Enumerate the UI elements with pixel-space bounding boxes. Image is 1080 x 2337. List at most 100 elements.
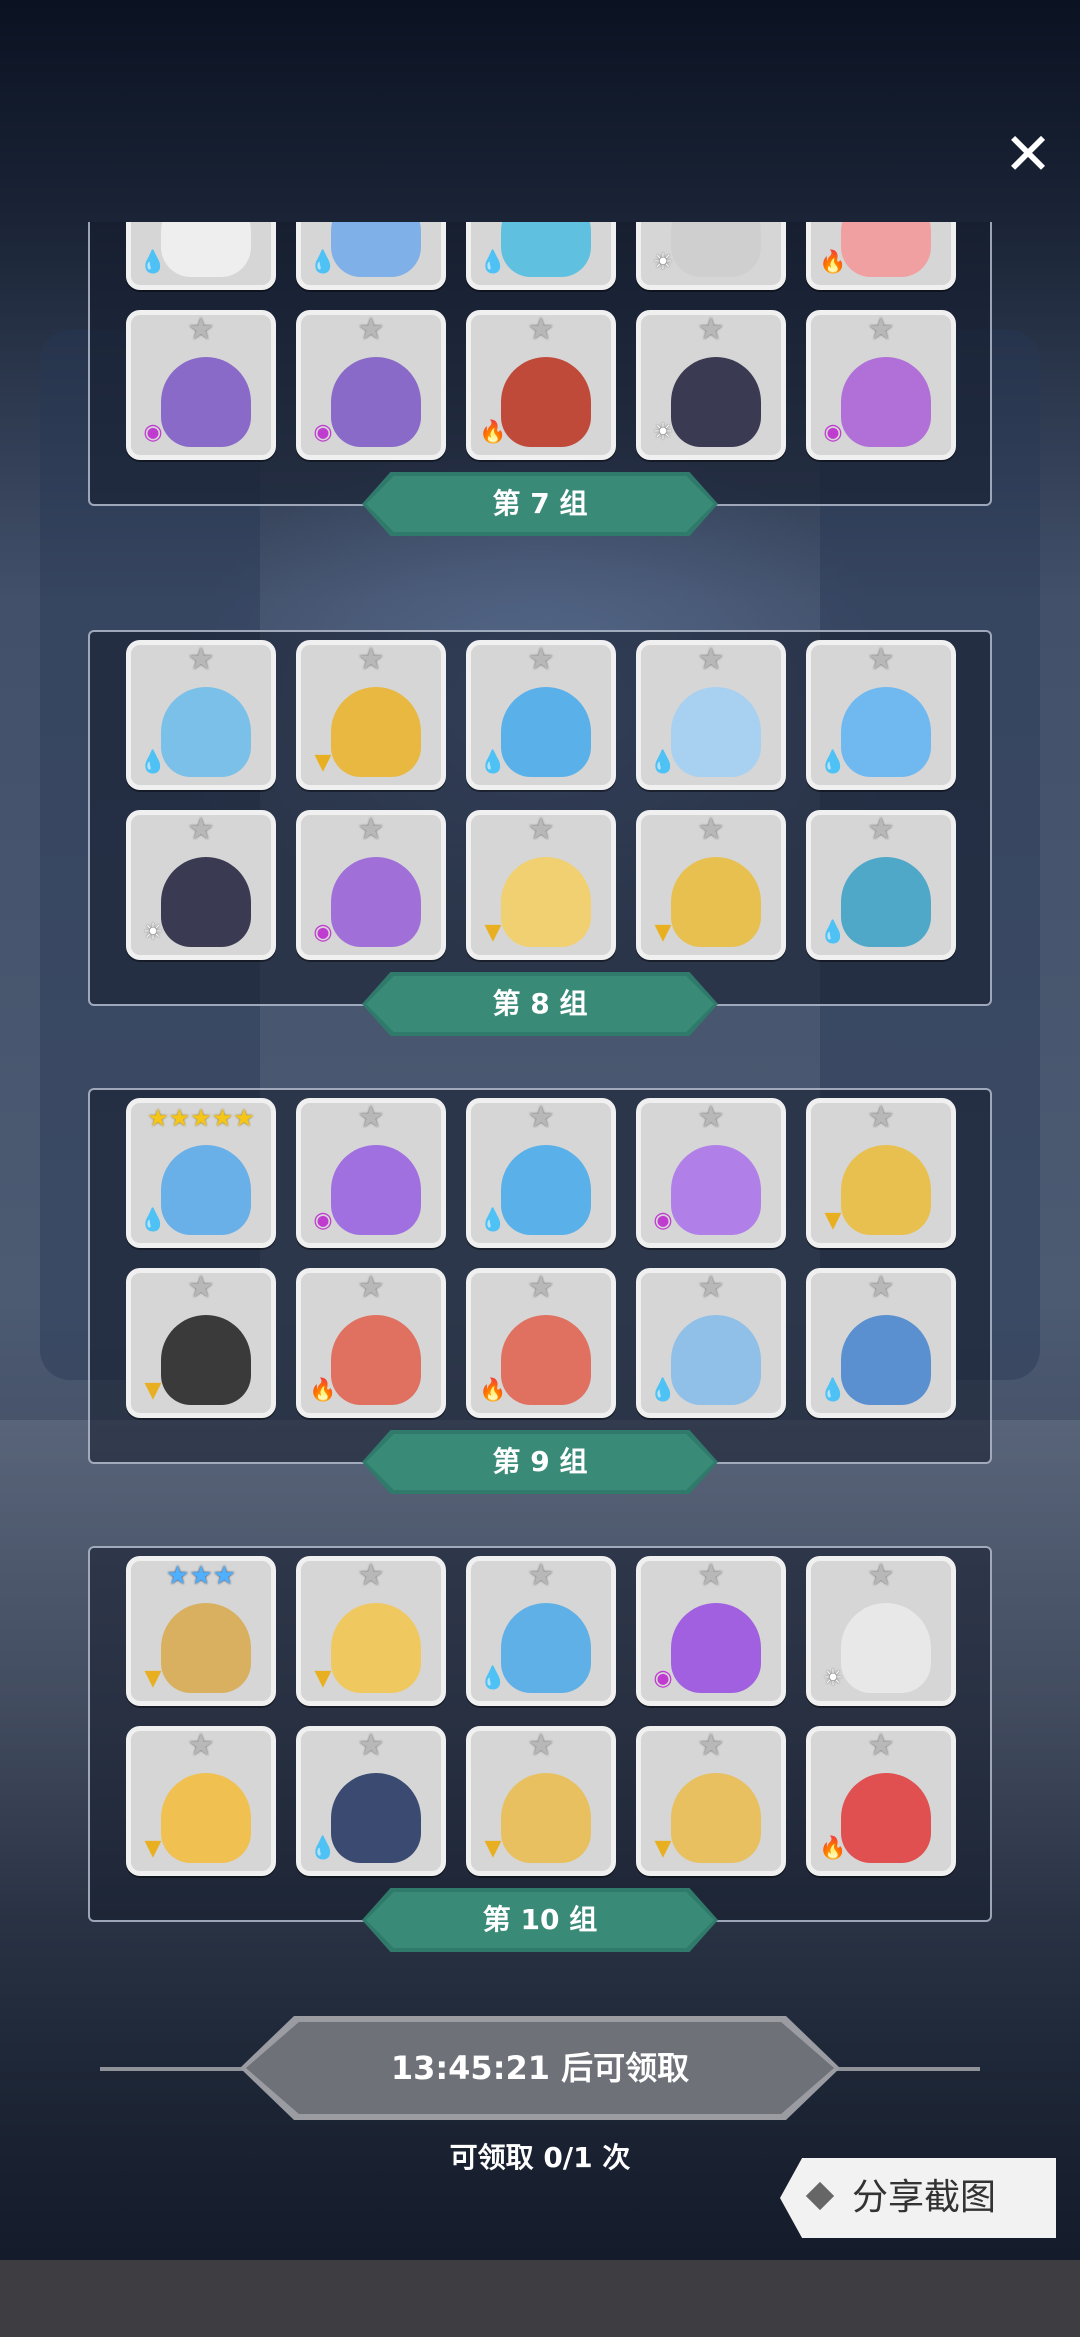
star-rating-icon: ★ xyxy=(527,1558,555,1593)
hero-card[interactable]: ★ 🔥 xyxy=(806,1726,956,1876)
hero-portrait xyxy=(671,357,761,447)
claim-timer-label: 13:45:21 后可领取 xyxy=(246,2022,834,2114)
hero-card[interactable]: ★★★★★ 💧 xyxy=(126,1098,276,1248)
hero-card[interactable]: ★ ▼ xyxy=(126,1726,276,1876)
hero-portrait xyxy=(501,357,591,447)
star-rating-icon: ★★★★★ xyxy=(147,1104,255,1132)
hero-card[interactable]: ★ ◉ xyxy=(636,1556,786,1706)
hero-portrait xyxy=(331,1603,421,1693)
star-rating-icon: ★ xyxy=(357,1270,385,1305)
hero-card[interactable]: 🔥 xyxy=(806,222,956,290)
hero-card[interactable]: ★ 💧 xyxy=(636,640,786,790)
star-rating-icon: ★ xyxy=(357,642,385,677)
share-screenshot-button[interactable]: 分享截图 xyxy=(780,2158,1056,2238)
water-element-icon: 💧 xyxy=(819,920,847,945)
hero-portrait xyxy=(331,222,421,277)
hero-card[interactable]: ★ 💧 xyxy=(466,1098,616,1248)
groups-scroll-area[interactable]: 💧 💧 💧 ☀ 🔥 ★ ◉ ★ ◉ ★ 🔥 ★ ☀ ★ ◉ 第 7 组 ★ 💧 ★ ▼ ★ 💧 ★ 💧 ★ 💧 ★ ☀ ★ ◉ ★ ▼ ★ ▼ ★ 💧… xyxy=(0,222,1080,1977)
star-rating-icon: ★ xyxy=(187,1270,215,1305)
dark-element-icon: ◉ xyxy=(823,420,843,445)
hero-card[interactable]: ★ ◉ xyxy=(126,310,276,460)
hero-card[interactable]: ★ ☀ xyxy=(636,310,786,460)
hero-portrait xyxy=(161,1315,251,1405)
hero-card[interactable]: ★ 💧 xyxy=(466,640,616,790)
hero-card[interactable]: ★ ▼ xyxy=(296,1556,446,1706)
hero-card[interactable]: ★ 💧 xyxy=(806,810,956,960)
star-rating-icon: ★ xyxy=(867,1728,895,1763)
hero-card[interactable]: ★ ▼ xyxy=(466,1726,616,1876)
water-element-icon: 💧 xyxy=(819,750,847,775)
water-element-icon: 💧 xyxy=(309,1836,337,1861)
hero-card[interactable]: ★ 💧 xyxy=(636,1268,786,1418)
star-rating-icon: ★ xyxy=(697,812,725,847)
group-label-text: 第 9 组 xyxy=(492,1445,588,1478)
hero-card[interactable]: ★ 💧 xyxy=(126,640,276,790)
close-button[interactable]: ✕ xyxy=(996,122,1060,186)
hero-portrait xyxy=(331,1773,421,1863)
water-element-icon: 💧 xyxy=(139,750,167,775)
hero-card[interactable]: ★ 🔥 xyxy=(466,310,616,460)
hero-card[interactable]: ★ ◉ xyxy=(296,1098,446,1248)
hero-card[interactable]: ★★★ ▼ xyxy=(126,1556,276,1706)
star-rating-icon: ★ xyxy=(527,1270,555,1305)
star-rating-icon: ★ xyxy=(357,1100,385,1135)
hero-card[interactable]: ★ ▼ xyxy=(296,640,446,790)
star-rating-icon: ★ xyxy=(187,1728,215,1763)
water-element-icon: 💧 xyxy=(819,1378,847,1403)
star-rating-icon: ★ xyxy=(187,642,215,677)
water-element-icon: 💧 xyxy=(139,1208,167,1233)
hero-portrait xyxy=(331,1315,421,1405)
hero-card[interactable]: ★ ☀ xyxy=(126,810,276,960)
hero-card[interactable]: ★ ▼ xyxy=(466,810,616,960)
star-rating-icon: ★ xyxy=(357,1558,385,1593)
hero-card[interactable]: ★ 💧 xyxy=(806,640,956,790)
hero-card[interactable]: ★ ▼ xyxy=(636,810,786,960)
dark-element-icon: ◉ xyxy=(653,1666,673,1691)
star-rating-icon: ★ xyxy=(867,642,895,677)
star-rating-icon: ★ xyxy=(187,812,215,847)
hero-card[interactable]: ★ ▼ xyxy=(806,1098,956,1248)
hero-portrait xyxy=(501,1603,591,1693)
hero-card[interactable]: ★ 🔥 xyxy=(466,1268,616,1418)
hero-portrait xyxy=(841,1145,931,1235)
hero-card[interactable]: ★ ☀ xyxy=(806,1556,956,1706)
hero-portrait xyxy=(161,857,251,947)
group-label-tag: 第 10 组 xyxy=(362,1888,718,1952)
hero-card[interactable]: ★ ▼ xyxy=(636,1726,786,1876)
water-element-icon: 💧 xyxy=(479,750,507,775)
hero-card[interactable]: ★ 💧 xyxy=(296,1726,446,1876)
close-icon[interactable]: ✕ xyxy=(1004,120,1053,188)
hero-portrait xyxy=(671,1773,761,1863)
hero-portrait xyxy=(161,1145,251,1235)
earth-element-icon: ▼ xyxy=(144,1378,162,1403)
star-rating-icon: ★★★ xyxy=(166,1561,236,1591)
hero-card[interactable]: ☀ xyxy=(636,222,786,290)
hero-card[interactable]: 💧 xyxy=(466,222,616,290)
hero-portrait xyxy=(161,1773,251,1863)
claim-timer-button[interactable]: 13:45:21 后可领取 xyxy=(240,2016,840,2120)
hero-group-panel: ★★★★★ 💧 ★ ◉ ★ 💧 ★ ◉ ★ ▼ ★ ▼ ★ 🔥 ★ 🔥 ★ 💧 ★ 💧 xyxy=(88,1088,992,1464)
hero-group-panel: ★ 💧 ★ ▼ ★ 💧 ★ 💧 ★ 💧 ★ ☀ ★ ◉ ★ ▼ ★ ▼ ★ 💧 xyxy=(88,630,992,1006)
hero-portrait xyxy=(841,357,931,447)
dark-element-icon: ◉ xyxy=(143,420,163,445)
hero-card[interactable]: ★ ▼ xyxy=(126,1268,276,1418)
earth-element-icon: ▼ xyxy=(824,1208,842,1233)
dark-element-icon: ◉ xyxy=(313,1208,333,1233)
hero-card[interactable]: ★ ◉ xyxy=(296,810,446,960)
hero-card[interactable]: ★ ◉ xyxy=(636,1098,786,1248)
star-rating-icon: ★ xyxy=(357,1728,385,1763)
fire-element-icon: 🔥 xyxy=(819,1836,847,1861)
hero-card[interactable]: ★ 💧 xyxy=(806,1268,956,1418)
hero-portrait xyxy=(841,1315,931,1405)
hero-portrait xyxy=(161,1603,251,1693)
hero-card[interactable]: ★ ◉ xyxy=(806,310,956,460)
earth-element-icon: ▼ xyxy=(144,1836,162,1861)
timer-divider-right xyxy=(830,2067,980,2071)
hero-card[interactable]: ★ 💧 xyxy=(466,1556,616,1706)
hero-card[interactable]: 💧 xyxy=(126,222,276,290)
water-element-icon: 💧 xyxy=(479,1666,507,1691)
star-rating-icon: ★ xyxy=(867,1558,895,1593)
hero-card[interactable]: 💧 xyxy=(296,222,446,290)
hero-card[interactable]: ★ 🔥 xyxy=(296,1268,446,1418)
hero-card[interactable]: ★ ◉ xyxy=(296,310,446,460)
